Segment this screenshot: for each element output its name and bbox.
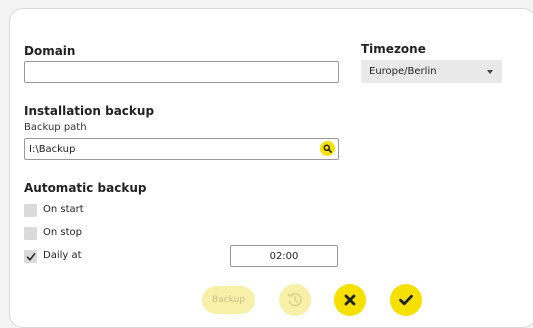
- daily-label: Daily at: [43, 250, 82, 261]
- restore-icon: [287, 292, 302, 307]
- checkmark-icon: [26, 252, 35, 261]
- on-start-label: On start: [43, 204, 84, 215]
- timezone-select[interactable]: Europe/Berlin: [361, 60, 502, 83]
- daily-checkbox[interactable]: [24, 250, 37, 263]
- close-icon: [344, 294, 356, 306]
- on-start-checkbox[interactable]: [24, 204, 37, 217]
- domain-input[interactable]: [24, 61, 339, 83]
- timezone-selected-value: Europe/Berlin: [369, 66, 437, 77]
- automatic-backup-title: Automatic backup: [24, 181, 147, 195]
- chevron-down-icon: [487, 70, 493, 74]
- backup-path-input[interactable]: [24, 138, 339, 160]
- restore-button[interactable]: [279, 284, 311, 316]
- installation-backup-title: Installation backup: [24, 104, 155, 118]
- backup-button[interactable]: Backup: [202, 286, 255, 314]
- on-stop-label: On stop: [43, 227, 82, 238]
- browse-path-button[interactable]: [320, 141, 335, 156]
- on-stop-checkbox[interactable]: [24, 227, 37, 240]
- backup-path-label: Backup path: [24, 122, 87, 133]
- confirm-button[interactable]: [390, 284, 422, 316]
- timezone-title: Timezone: [361, 42, 426, 56]
- cancel-button[interactable]: [334, 284, 366, 316]
- daily-time-input[interactable]: [230, 245, 338, 267]
- check-icon: [399, 294, 413, 306]
- backup-path-field: [24, 138, 339, 160]
- search-icon: [323, 144, 332, 153]
- settings-panel: [9, 8, 533, 328]
- domain-title: Domain: [24, 44, 76, 58]
